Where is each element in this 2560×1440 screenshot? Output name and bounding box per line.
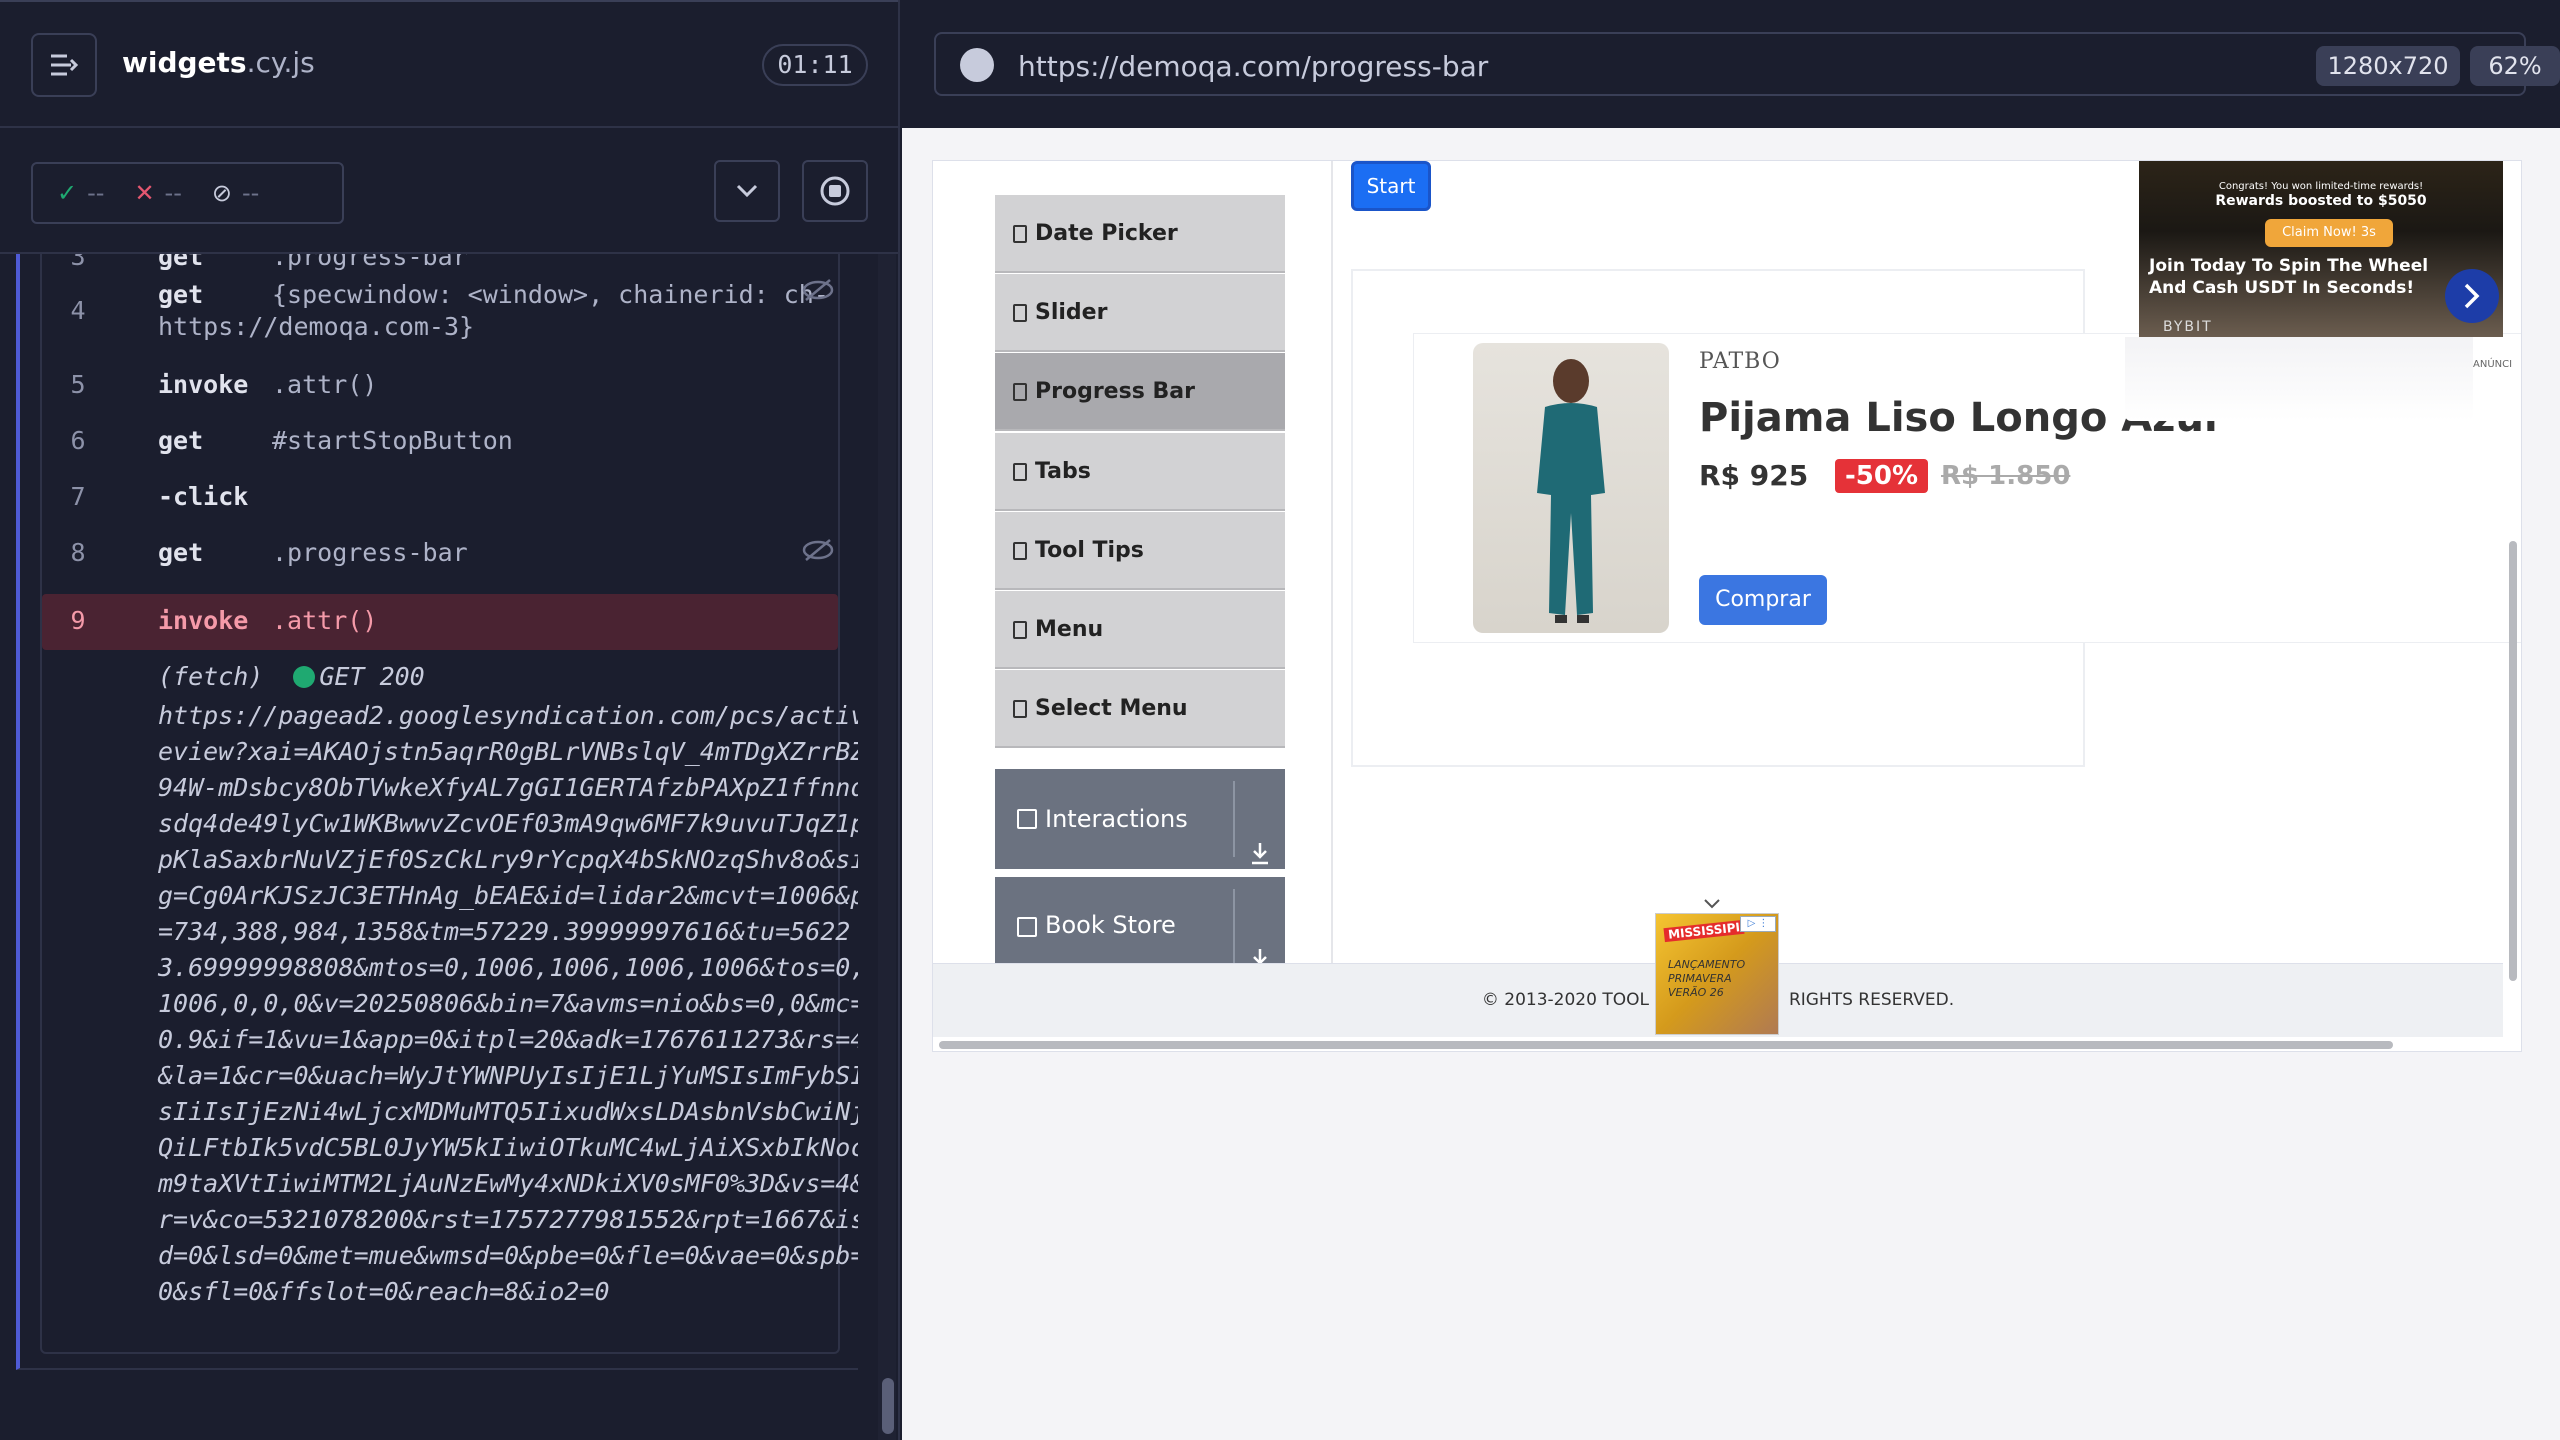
- zoom-badge[interactable]: 62%: [2470, 46, 2560, 86]
- chevron-down-icon: [736, 184, 758, 198]
- discount-badge: -50%: [1835, 459, 1929, 493]
- menu-item-partial[interactable]: [995, 160, 1285, 161]
- x-icon: ✕: [134, 179, 155, 207]
- horizontal-scrollbar[interactable]: [939, 1041, 2393, 1049]
- stop-button[interactable]: [802, 160, 868, 222]
- command-row-4[interactable]: 4 get {specwindow: <window>, chainerid: …: [42, 276, 838, 352]
- chevron-right-icon: [2464, 283, 2480, 309]
- runner-panel: https://demoqa.com/progress-bar 1280x720…: [902, 0, 2560, 1440]
- globe-icon: [960, 48, 994, 82]
- reporter-panel: widgets.cy.js 01:11 ✓ -- ✕ -- ⊘ -- 3 get .p…: [0, 0, 900, 1440]
- menu-item-select-menu[interactable]: Select Menu: [995, 670, 1285, 748]
- footer-left: © 2013-2020 TOOL: [1481, 990, 1649, 1010]
- vertical-scrollbar[interactable]: [2509, 541, 2517, 981]
- small-ad-text: LANÇAMENTO PRIMAVERA VERÃO 26: [1668, 958, 1746, 999]
- book-icon: [1017, 917, 1037, 937]
- url-text: https://demoqa.com/progress-bar: [1018, 50, 1489, 83]
- next-arrow-button[interactable]: [2445, 269, 2499, 323]
- check-icon: ✓: [57, 179, 78, 207]
- fetch-label: (fetch): [158, 662, 264, 691]
- run-timer: 01:11: [762, 44, 868, 86]
- footer-right: RIGHTS RESERVED.: [1788, 990, 1955, 1010]
- command-row-7[interactable]: 7 -click: [42, 480, 838, 520]
- command-row-5[interactable]: 5 invoke .attr(): [42, 368, 838, 408]
- command-row-9-failed[interactable]: 9 invoke .attr(): [42, 594, 838, 650]
- group-interactions[interactable]: Interactions: [995, 769, 1285, 869]
- url-bar[interactable]: https://demoqa.com/progress-bar 1280x720…: [934, 32, 2560, 96]
- app-under-test: Date Picker Slider Progress Bar Tabs Too…: [932, 160, 2522, 1052]
- menu-collapse-icon: [51, 54, 79, 76]
- ad-label: ANÚNCI: [2473, 359, 2513, 370]
- download-icon: [1249, 807, 1271, 869]
- command-row-3[interactable]: 3 get .progress-bar: [42, 254, 838, 272]
- command-row-6[interactable]: 6 get #startStopButton: [42, 424, 838, 464]
- small-ad-logo: MISSISSIPI: [1663, 919, 1745, 943]
- product-brand: PATBO: [1699, 349, 1781, 374]
- bybit-rewards: Rewards boosted to $5050: [2215, 193, 2427, 209]
- menu-item-menu[interactable]: Menu: [995, 591, 1285, 669]
- group-book-store[interactable]: Book Store Application: [995, 877, 1285, 963]
- bybit-congrats: Congrats! You won limited-time rewards!: [2218, 181, 2424, 192]
- menu-item-slider[interactable]: Slider: [995, 274, 1285, 352]
- document-icon: [1013, 700, 1027, 718]
- menu-item-tabs[interactable]: Tabs: [995, 433, 1285, 511]
- skip-icon: ⊘: [211, 179, 232, 207]
- document-icon: [1013, 621, 1027, 639]
- status-dot-icon: [293, 666, 316, 688]
- product-image[interactable]: [1473, 343, 1669, 633]
- buy-button[interactable]: Comprar: [1699, 575, 1827, 625]
- test-stats: ✓ -- ✕ -- ⊘ --: [31, 162, 344, 224]
- eye-slash-icon: [802, 278, 834, 308]
- scrollbar-thumb[interactable]: [882, 1378, 894, 1434]
- command-log: 3 get .progress-bar 4 get {specwindow: <…: [16, 254, 858, 1370]
- viewport-size-badge[interactable]: 1280x720: [2316, 46, 2460, 86]
- stop-icon: [820, 176, 850, 206]
- pending-count: ⊘ --: [211, 179, 260, 207]
- expand-button[interactable]: [714, 160, 780, 222]
- spec-title: widgets.cy.js: [122, 46, 315, 79]
- start-button[interactable]: Start: [1351, 161, 1431, 211]
- download-icon: [1249, 915, 1271, 963]
- fetch-url: https://pagead2.googlesyndication.com/pc…: [158, 701, 858, 1306]
- fetch-status: GET 200: [319, 662, 425, 691]
- document-icon: [1013, 463, 1027, 481]
- spec-ext: .cy.js: [246, 46, 315, 79]
- reporter-header: widgets.cy.js 01:11: [0, 0, 898, 128]
- reporter-scrollbar[interactable]: [878, 254, 896, 1440]
- specs-menu-button[interactable]: [31, 33, 97, 97]
- bybit-logo: BYBIT: [2163, 319, 2213, 335]
- document-icon: [1013, 304, 1027, 322]
- eye-slash-icon: [802, 538, 834, 568]
- bybit-ad[interactable]: Congrats! You won limited-time rewards! …: [2139, 161, 2503, 337]
- interactions-icon: [1017, 809, 1037, 829]
- small-ad[interactable]: MISSISSIPI ▷ ⋮ LANÇAMENTO PRIMAVERA VERÃ…: [1655, 913, 1779, 1035]
- product-price: R$ 925: [1699, 459, 1809, 492]
- old-price: R$ 1.850: [1941, 461, 2071, 491]
- command-row-8[interactable]: 8 get .progress-bar: [42, 536, 838, 576]
- adchoices-icon[interactable]: ▷ ⋮: [1740, 916, 1776, 932]
- bybit-claim-button[interactable]: Claim Now! 3s: [2265, 219, 2393, 247]
- runner-header: https://demoqa.com/progress-bar 1280x720…: [902, 0, 2560, 128]
- document-icon: [1013, 225, 1027, 243]
- ad-collapse-icon[interactable]: [1703, 895, 1721, 914]
- document-icon: [1013, 542, 1027, 560]
- menu-item-date-picker[interactable]: Date Picker: [995, 195, 1285, 273]
- command-log-body: 3 get .progress-bar 4 get {specwindow: <…: [40, 254, 858, 1354]
- menu-item-progress-bar[interactable]: Progress Bar: [995, 353, 1285, 431]
- document-icon: [1013, 383, 1027, 401]
- passed-count: ✓ --: [57, 179, 105, 207]
- spec-name: widgets: [122, 46, 247, 79]
- bybit-text: Join Today To Spin The Wheel And Cash US…: [2149, 256, 2429, 298]
- model-figure-icon: [1537, 359, 1605, 623]
- fetch-log-line[interactable]: (fetch) GET 200: [158, 662, 425, 691]
- failed-count: ✕ --: [134, 179, 182, 207]
- menu-item-tool-tips[interactable]: Tool Tips: [995, 512, 1285, 590]
